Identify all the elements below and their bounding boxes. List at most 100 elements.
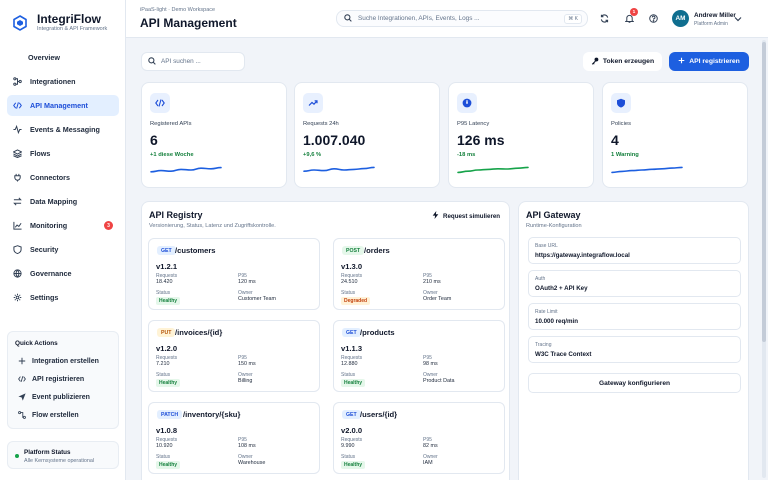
sidebar-item-monitoring[interactable]: Monitoring 3 — [7, 215, 119, 236]
platform-status[interactable]: Platform Status Alle Kernsysteme operati… — [7, 441, 119, 469]
notification-badge: 1 — [630, 8, 638, 16]
user-name[interactable]: Andrew Miller — [694, 12, 736, 19]
code-icon — [13, 101, 22, 110]
simulate-request-button[interactable]: Request simulieren — [432, 211, 500, 221]
sidebar-item-label: Monitoring — [30, 221, 68, 230]
requests-value: 12.880 — [341, 361, 358, 367]
gear-icon — [13, 293, 22, 302]
sidebar-item-label: Flows — [30, 149, 51, 158]
api-version: v1.1.3 — [341, 344, 363, 353]
field-value: W3C Trace Context — [535, 351, 592, 358]
gateway-field-tracing[interactable]: Tracing W3C Trace Context — [528, 336, 741, 363]
scrollbar-thumb[interactable] — [762, 42, 766, 342]
plus-icon — [678, 57, 685, 66]
quick-action-integration-erstellen[interactable]: Integration erstellen — [18, 357, 99, 365]
p95-value: 120 ms — [238, 279, 256, 285]
simulate-request-label: Request simulieren — [443, 212, 501, 220]
gateway-field-base-url[interactable]: Base URL https://gateway.integraflow.loc… — [528, 237, 741, 264]
sidebar-item-governance[interactable]: Governance — [7, 263, 119, 284]
sidebar-item-settings[interactable]: Settings — [7, 287, 119, 308]
field-label: Rate Limit — [535, 309, 558, 315]
search-input[interactable] — [358, 15, 568, 22]
quick-actions-title: Quick Actions — [15, 340, 58, 347]
kpi-delta: +1 diese Woche — [150, 152, 194, 158]
lightning-icon — [432, 211, 439, 221]
status-badge: Healthy — [156, 297, 181, 305]
p95-value: 82 ms — [423, 443, 438, 449]
http-method-badge: GET — [342, 410, 361, 419]
owner-value: Warehouse — [238, 460, 266, 466]
api-path: /customers — [175, 246, 216, 255]
api-search-input[interactable] — [161, 58, 241, 65]
sidebar-item-label: Integrationen — [30, 77, 76, 86]
api-card[interactable]: GET/products v1.1.3 Requests 12.880 P95 98 ms… — [333, 320, 505, 392]
sidebar-item-security[interactable]: Security — [7, 239, 119, 260]
chart-icon — [13, 221, 22, 230]
api-path: /products — [360, 328, 395, 337]
kpi-value: 6 — [150, 132, 158, 148]
panel-subtitle: Runtime-Konfiguration — [526, 223, 582, 229]
api-path: /invoices/{id} — [175, 328, 223, 337]
avatar[interactable]: AM — [672, 10, 689, 27]
quick-action-event-publizieren[interactable]: Event publizieren — [18, 393, 90, 401]
sidebar-item-integrationen[interactable]: Integrationen — [7, 71, 119, 92]
sidebar-item-flows[interactable]: Flows — [7, 143, 119, 164]
sidebar-item-events-messaging[interactable]: Events & Messaging — [7, 119, 119, 140]
kpi-value: 1.007.040 — [303, 132, 366, 148]
sidebar-item-connectors[interactable]: Connectors — [7, 167, 119, 188]
gateway-field-auth[interactable]: Auth OAuth2 + API Key — [528, 270, 741, 297]
api-version: v1.2.1 — [156, 262, 178, 271]
configure-gateway-button[interactable]: Gateway konfigurieren — [528, 373, 741, 393]
bell-icon[interactable]: 1 — [623, 8, 638, 24]
register-api-button[interactable]: API registrieren — [669, 52, 749, 71]
swap-icon — [13, 197, 22, 206]
kpi-sparkline — [457, 166, 529, 174]
breadcrumb[interactable]: iPaaS-light · Demo Workspace — [140, 7, 215, 13]
sidebar-item-data-mapping[interactable]: Data Mapping — [7, 191, 119, 212]
sidebar-item-api-management[interactable]: API Management — [7, 95, 119, 116]
hexagon-logo-icon — [12, 15, 28, 31]
api-card[interactable]: GET/users/{id} v2.0.0 Requests 9.990 P95 82 m… — [333, 402, 505, 474]
sidebar-item-overview[interactable]: Overview — [7, 47, 119, 68]
p95-value: 98 ms — [423, 361, 438, 367]
api-card[interactable]: POST/orders v1.3.0 Requests 24.510 P95 210 ms… — [333, 238, 505, 310]
chevron-down-icon[interactable] — [734, 15, 742, 24]
send-icon — [18, 393, 26, 401]
help-icon[interactable] — [647, 12, 659, 24]
global-search[interactable]: ⌘ K — [336, 10, 588, 27]
token-button[interactable]: Token erzeugen — [583, 52, 662, 71]
brand[interactable]: IntegriFlow Integration & API Framework — [12, 13, 107, 33]
status-badge: Degraded — [341, 297, 371, 305]
api-search[interactable] — [141, 52, 245, 71]
refresh-icon[interactable] — [598, 12, 610, 24]
kpi-delta: 1 Warning — [611, 152, 639, 158]
sidebar-item-label: Overview — [28, 53, 60, 62]
kpi-value: 4 — [611, 132, 619, 148]
panel-subtitle: Versionierung, Status, Latenz und Zugrif… — [149, 223, 276, 229]
scrollbar[interactable] — [762, 40, 766, 478]
panel-title: API Gateway — [526, 210, 581, 220]
brand-name: IntegriFlow — [37, 12, 101, 26]
monitoring-count-badge: 3 — [104, 221, 113, 230]
sidebar: IntegriFlow Integration & API Framework … — [0, 0, 126, 480]
sidebar-item-label: Connectors — [30, 173, 70, 182]
platform-status-subtitle: Alle Kernsysteme operational — [24, 458, 95, 464]
api-registry-panel: API Registry Versionierung, Status, Late… — [141, 201, 510, 480]
quick-action-label: Integration erstellen — [32, 357, 99, 365]
gateway-field-rate-limit[interactable]: Rate Limit 10.000 req/min — [528, 303, 741, 330]
http-method-badge: PATCH — [157, 410, 183, 419]
owner-value: Order Team — [423, 296, 452, 302]
status-label: Status — [156, 372, 171, 378]
api-card[interactable]: GET/customers v1.2.1 Requests 18.420 P95 120 … — [148, 238, 320, 310]
requests-value: 9.990 — [341, 443, 355, 449]
kpi-card-policies: Policies 4 1 Warning — [602, 82, 748, 188]
kpi-label: Policies — [611, 121, 631, 127]
api-card[interactable]: PATCH/inventory/{sku} v1.0.8 Requests 10.92… — [148, 402, 320, 474]
api-version: v2.0.0 — [341, 426, 363, 435]
quick-action-api-registrieren[interactable]: API registrieren — [18, 375, 84, 383]
quick-action-flow-erstellen[interactable]: Flow erstellen — [18, 411, 79, 419]
http-method-badge: GET — [342, 328, 361, 337]
api-version: v1.2.0 — [156, 344, 178, 353]
key-icon — [591, 57, 599, 67]
api-card[interactable]: PUT/invoices/{id} v1.2.0 Requests 7.210 P95 1… — [148, 320, 320, 392]
